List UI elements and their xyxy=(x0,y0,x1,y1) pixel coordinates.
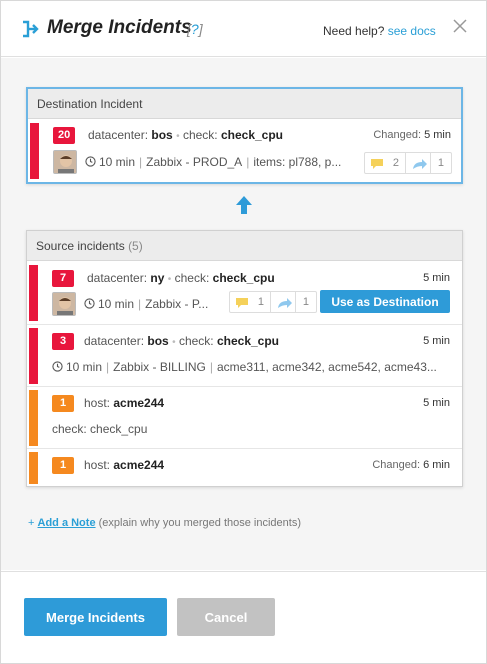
forwards-chip[interactable]: 1 xyxy=(271,292,317,312)
incident-count-badge: 1 xyxy=(52,457,74,474)
dialog-header: Merge Incidents [?] Need help? see docs xyxy=(1,1,486,57)
incident-age: 5 min xyxy=(423,272,450,284)
severity-stripe xyxy=(29,390,38,446)
source-incident-row[interactable]: 1 host: acme244 5 min check: check_cpu xyxy=(27,387,462,449)
severity-stripe xyxy=(30,123,39,179)
activity-chips: 2 1 xyxy=(364,152,452,174)
forward-icon xyxy=(278,298,292,308)
arrow-up-icon xyxy=(236,196,252,214)
merge-incidents-button[interactable]: Merge Incidents xyxy=(24,598,167,636)
activity-chips: 1 1 xyxy=(229,291,317,313)
cancel-button[interactable]: Cancel xyxy=(177,598,275,636)
comment-icon xyxy=(371,159,383,169)
severity-stripe xyxy=(29,328,38,384)
source-heading: Source incidents (5) xyxy=(27,231,462,261)
avatar xyxy=(52,292,76,316)
incident-title: host: acme244 xyxy=(84,458,165,472)
incident-title: datacenter: ny • check: check_cpu xyxy=(87,271,275,285)
clock-icon xyxy=(85,156,96,167)
merge-dialog: Merge Incidents [?] Need help? see docs … xyxy=(0,0,487,664)
incident-count-badge: 7 xyxy=(52,270,74,287)
destination-heading: Destination Incident xyxy=(28,89,461,119)
need-help-text: Need help? xyxy=(323,24,385,38)
avatar xyxy=(53,150,77,174)
add-note: + Add a Note (explain why you merged tho… xyxy=(28,517,301,529)
incident-details: 10 min | Zabbix - BILLING | acme311, acme342… xyxy=(52,360,452,374)
incident-title: host: acme244 xyxy=(84,396,165,410)
incident-count-badge: 3 xyxy=(52,333,74,350)
incident-age: 5 min xyxy=(423,335,450,347)
destination-panel: Destination Incident 20 datacenter: bos … xyxy=(26,87,463,184)
comment-icon xyxy=(236,298,248,308)
source-panel: Source incidents (5) 7 datacenter: ny • … xyxy=(26,230,463,487)
clock-icon xyxy=(84,298,95,309)
comments-chip[interactable]: 2 xyxy=(365,153,405,173)
clock-icon xyxy=(52,361,63,372)
incident-title: datacenter: bos • check: check_cpu xyxy=(88,128,284,142)
merge-icon xyxy=(23,20,39,38)
incident-title: datacenter: bos • check: check_cpu xyxy=(84,334,280,348)
incident-details: 10 min | Zabbix - P... xyxy=(84,297,224,311)
close-icon[interactable] xyxy=(452,18,468,34)
use-as-destination-button[interactable]: Use as Destination xyxy=(320,290,450,313)
severity-stripe xyxy=(29,265,38,321)
help-link[interactable]: [?] xyxy=(187,21,203,37)
help-bracket-close: ] xyxy=(198,21,203,37)
destination-incident[interactable]: 20 datacenter: bos • check: check_cpu Ch… xyxy=(28,120,461,182)
changed-time: Changed: 5 min xyxy=(373,129,451,141)
see-docs-link[interactable]: see docs xyxy=(388,24,436,38)
incident-count-badge: 20 xyxy=(53,127,76,144)
source-incident-row[interactable]: 7 datacenter: ny • check: check_cpu 5 mi… xyxy=(27,262,462,325)
source-incident-row[interactable]: 1 host: acme244 Changed: 6 min xyxy=(27,449,462,486)
help-question: ? xyxy=(190,21,199,37)
dialog-title: Merge Incidents xyxy=(47,17,192,38)
incident-details: 10 min | Zabbix - PROD_A | items: pl788, p..… xyxy=(85,155,360,169)
incident-check: check: check_cpu xyxy=(52,422,148,436)
comments-chip[interactable]: 1 xyxy=(230,292,270,312)
add-note-hint: (explain why you merged those incidents) xyxy=(98,517,302,529)
add-note-plus: + xyxy=(28,517,35,529)
need-help: Need help? see docs xyxy=(323,24,436,38)
incident-age: 5 min xyxy=(423,397,450,409)
severity-stripe xyxy=(29,452,38,484)
dialog-footer: Merge Incidents Cancel xyxy=(1,571,486,663)
add-note-link[interactable]: Add a Note xyxy=(38,517,96,529)
forwards-chip[interactable]: 1 xyxy=(406,153,452,173)
changed-time: Changed: 6 min xyxy=(372,459,450,471)
forward-icon xyxy=(413,159,427,169)
incident-count-badge: 1 xyxy=(52,395,74,412)
source-incident-row[interactable]: 3 datacenter: bos • check: check_cpu 5 m… xyxy=(27,325,462,387)
